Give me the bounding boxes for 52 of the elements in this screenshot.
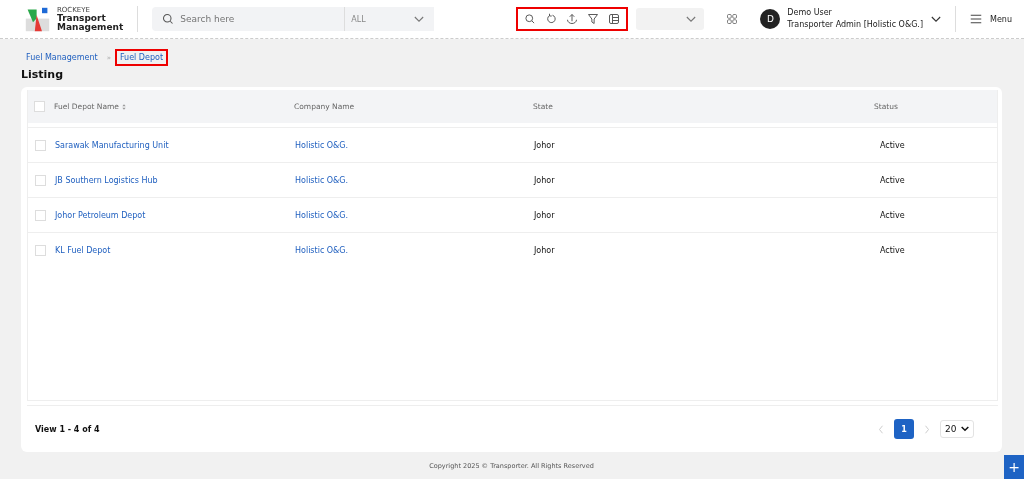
- company-link[interactable]: Holistic O&G.: [295, 245, 534, 255]
- chevron-down-icon: [414, 15, 425, 23]
- checkbox[interactable]: [35, 209, 46, 221]
- chevron-down-icon[interactable]: [931, 15, 942, 23]
- search-icon: [162, 13, 175, 25]
- company-link[interactable]: Holistic O&G.: [295, 175, 534, 185]
- chevron-right-icon[interactable]: [924, 424, 930, 434]
- depot-link[interactable]: Johor Petroleum Depot: [55, 210, 295, 220]
- page-size-select[interactable]: 20: [940, 420, 974, 438]
- company-link[interactable]: Holistic O&G.: [295, 140, 534, 150]
- brand-name: Management: [57, 22, 124, 32]
- status-text: Active: [879, 175, 906, 185]
- checkbox[interactable]: [35, 244, 46, 256]
- upload-icon[interactable]: [566, 13, 579, 25]
- add-button[interactable]: +: [1004, 455, 1024, 479]
- table-cell-text: Johor: [534, 140, 556, 150]
- user-role: Transporter Admin [Holistic O&G.]: [787, 19, 924, 31]
- page-button[interactable]: 1: [894, 419, 914, 439]
- search-field[interactable]: Search here: [152, 7, 345, 31]
- menu-icon: [970, 14, 983, 24]
- depot-link[interactable]: KL Fuel Depot: [55, 245, 295, 255]
- checkbox[interactable]: [34, 101, 45, 112]
- search-icon[interactable]: [524, 13, 537, 25]
- table-cell-text: Johor: [534, 210, 556, 220]
- sort-icon[interactable]: [121, 103, 126, 110]
- depot-link[interactable]: JB Southern Logistics Hub: [55, 175, 295, 185]
- filter-dropdown[interactable]: ALL: [344, 7, 435, 31]
- chevron-down-icon: [686, 15, 697, 23]
- status-text: Active: [879, 210, 906, 220]
- checkbox[interactable]: [35, 174, 46, 186]
- status-text: Active: [879, 245, 906, 255]
- table-cell-text: Johor: [534, 175, 556, 185]
- page-title: Listing: [21, 68, 65, 81]
- breadcrumb-link[interactable]: Fuel Depot: [114, 49, 169, 66]
- record-count: View 1 - 4 of 4: [35, 424, 100, 434]
- breadcrumb-link[interactable]: Fuel Management: [21, 49, 103, 66]
- company-link[interactable]: Holistic O&G.: [295, 210, 534, 220]
- filter-icon[interactable]: [587, 13, 600, 25]
- refresh-icon[interactable]: [545, 13, 558, 25]
- user-name: Demo User: [787, 7, 833, 19]
- menu-button[interactable]: Menu: [970, 14, 1012, 24]
- checkbox[interactable]: [35, 139, 46, 151]
- user-avatar[interactable]: D: [760, 9, 781, 29]
- depot-link[interactable]: Sarawak Manufacturing Unit: [55, 140, 295, 150]
- chevron-down-icon: [961, 426, 969, 432]
- brand-name: Transport: [57, 13, 106, 23]
- table-cell-text: Johor: [534, 245, 556, 255]
- status-text: Active: [879, 140, 906, 150]
- grid-icon[interactable]: [726, 13, 739, 25]
- logo-icon: [24, 5, 51, 33]
- chevron-left-icon[interactable]: [878, 424, 884, 434]
- columns-icon[interactable]: [608, 13, 621, 25]
